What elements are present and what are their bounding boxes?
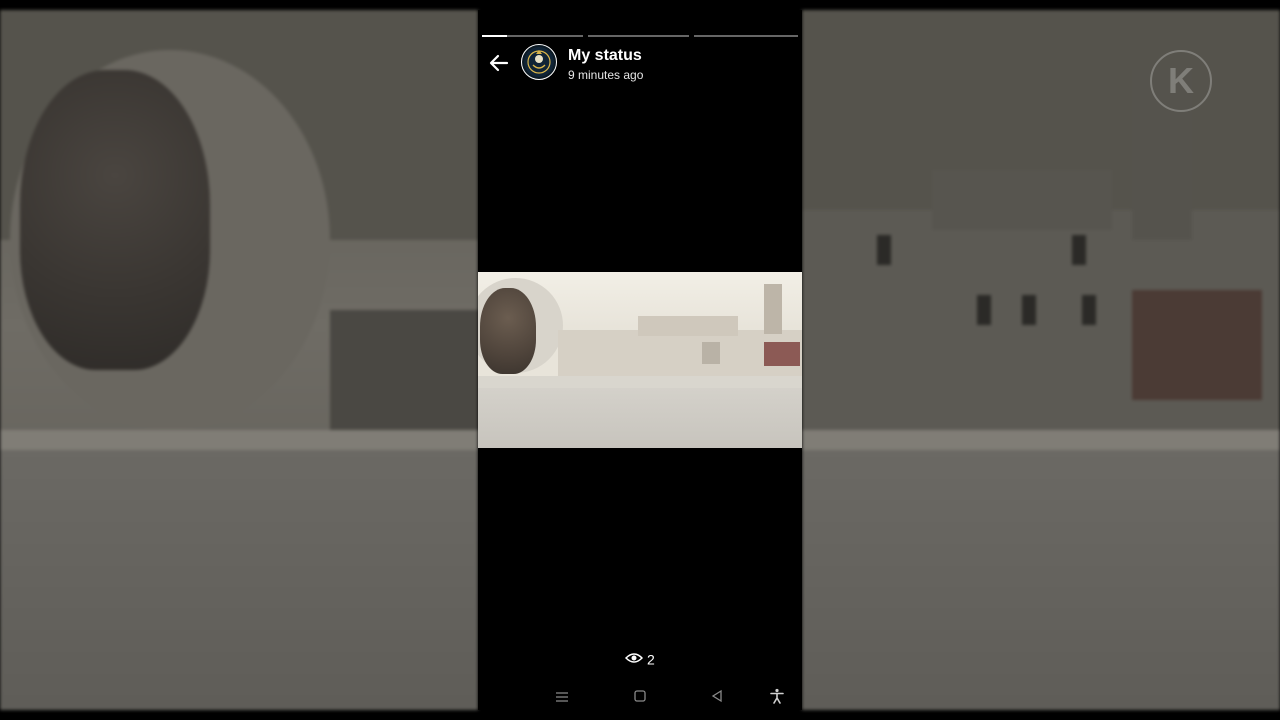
status-time: 9 minutes ago [568,68,644,82]
avatar[interactable] [521,44,557,80]
background-face [20,70,210,370]
views-count: 2 [647,651,655,668]
views-counter[interactable]: 2 [478,650,802,667]
menu-icon[interactable] [552,688,572,708]
back-triangle-icon[interactable] [707,688,727,708]
accessibility-icon[interactable] [767,688,787,708]
eye-icon [625,651,647,667]
system-navbar [478,686,802,710]
status-viewer: My status 9 minutes ago 2 [478,10,802,710]
status-media[interactable] [478,272,802,448]
arrow-left-icon[interactable] [486,50,512,76]
background-left [0,10,478,710]
progress-segment-3 [694,35,798,37]
home-square-icon[interactable] [630,688,650,708]
watermark-logo: K [1150,50,1212,112]
progress-segment-2 [588,35,689,37]
background-right [802,10,1280,710]
progress-segment-1 [482,35,583,37]
status-title: My status [568,47,642,64]
media-face [480,288,536,374]
